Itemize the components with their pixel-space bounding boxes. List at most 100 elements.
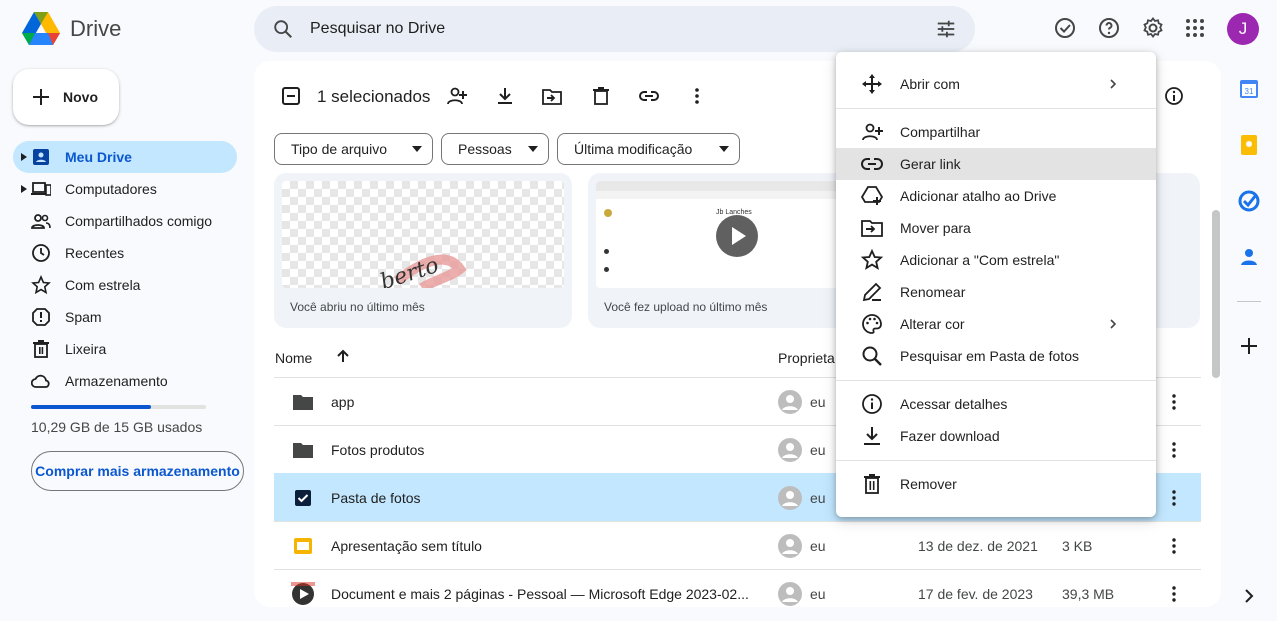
new-button-label: Novo bbox=[63, 89, 98, 105]
storage-progress-bar bbox=[31, 405, 206, 409]
svg-text:31: 31 bbox=[1245, 87, 1254, 96]
menu-item-get-link[interactable]: Gerar link bbox=[836, 148, 1156, 180]
account-avatar[interactable]: J bbox=[1227, 13, 1259, 45]
trash-icon[interactable] bbox=[590, 85, 612, 107]
menu-divider bbox=[836, 460, 1156, 461]
menu-item-move[interactable]: Mover para bbox=[836, 212, 1156, 244]
keep-icon[interactable] bbox=[1237, 133, 1261, 157]
sidebar-item-storage[interactable]: Armazenamento bbox=[13, 365, 237, 397]
drive-logo[interactable]: Drive bbox=[22, 12, 121, 46]
thumbnail-bullet bbox=[604, 267, 609, 272]
menu-item-download[interactable]: Fazer download bbox=[836, 420, 1156, 452]
context-menu: Abrir com Compartilhar Gerar link Adicio… bbox=[836, 52, 1156, 517]
help-icon[interactable] bbox=[1097, 16, 1121, 40]
download-icon[interactable] bbox=[494, 85, 516, 107]
contacts-icon[interactable] bbox=[1237, 245, 1261, 269]
add-shortcut-icon bbox=[860, 186, 884, 205]
menu-item-label: Abrir com bbox=[900, 76, 960, 92]
menu-item-remove[interactable]: Remover bbox=[836, 468, 1156, 500]
search-icon[interactable] bbox=[272, 18, 294, 40]
more-actions-icon[interactable] bbox=[686, 85, 708, 107]
owner-name: eu bbox=[810, 586, 826, 602]
modified-date: 17 de fev. de 2023 bbox=[918, 586, 1033, 602]
dropdown-arrow-icon bbox=[412, 146, 422, 152]
caret-right-icon[interactable] bbox=[21, 153, 27, 161]
menu-item-share[interactable]: Compartilhar bbox=[836, 116, 1156, 148]
search-options-icon[interactable] bbox=[935, 18, 957, 40]
file-name: Apresentação sem título bbox=[331, 538, 482, 554]
sidebar-item-recent[interactable]: Recentes bbox=[13, 237, 237, 269]
chevron-right-icon bbox=[1110, 79, 1117, 89]
sidebar-item-computers[interactable]: Computadores bbox=[13, 173, 237, 205]
dropdown-arrow-icon bbox=[528, 146, 538, 152]
settings-icon[interactable] bbox=[1141, 16, 1165, 40]
table-row[interactable]: Document e mais 2 páginas - Pessoal — Mi… bbox=[274, 569, 1201, 607]
storage-usage-text: 10,29 GB de 15 GB usados bbox=[31, 419, 203, 435]
buy-storage-button[interactable]: Comprar mais armazenamento bbox=[31, 451, 244, 491]
more-icon[interactable] bbox=[1162, 534, 1186, 558]
palette-icon bbox=[862, 314, 882, 334]
table-row[interactable]: Apresentação sem título eu 13 de dez. de… bbox=[274, 521, 1201, 569]
sidebar-item-starred[interactable]: Com estrela bbox=[13, 269, 237, 301]
sidebar-item-label: Compartilhados comigo bbox=[65, 213, 213, 229]
menu-item-label: Acessar detalhes bbox=[900, 396, 1008, 412]
menu-item-search-in-folder[interactable]: Pesquisar em Pasta de fotos bbox=[836, 340, 1156, 372]
more-icon[interactable] bbox=[1162, 582, 1186, 606]
more-icon[interactable] bbox=[1162, 390, 1186, 414]
filter-label: Tipo de arquivo bbox=[291, 141, 387, 157]
clear-selection-icon[interactable] bbox=[280, 85, 302, 107]
menu-item-add-shortcut[interactable]: Adicionar atalho ao Drive bbox=[836, 180, 1156, 212]
menu-item-label: Remover bbox=[900, 476, 957, 492]
move-icon[interactable] bbox=[541, 85, 563, 107]
main-scrollbar[interactable] bbox=[1212, 210, 1220, 378]
sidebar-item-spam[interactable]: Spam bbox=[13, 301, 237, 333]
sidebar-item-label: Computadores bbox=[65, 181, 157, 197]
sidebar-item-shared[interactable]: Compartilhados comigo bbox=[13, 205, 237, 237]
share-icon[interactable] bbox=[446, 85, 468, 107]
more-icon[interactable] bbox=[1162, 486, 1186, 510]
chevron-right-icon bbox=[1110, 319, 1117, 329]
new-button[interactable]: Novo bbox=[13, 69, 119, 125]
file-name: Fotos produtos bbox=[331, 442, 425, 458]
menu-item-details[interactable]: Acessar detalhes bbox=[836, 388, 1156, 420]
get-addons-icon[interactable] bbox=[1237, 334, 1261, 358]
cloud-icon bbox=[31, 374, 50, 388]
owner-avatar bbox=[778, 534, 802, 558]
filter-file-type[interactable]: Tipo de arquivo bbox=[274, 133, 433, 165]
plus-icon bbox=[33, 89, 49, 105]
menu-item-label: Adicionar a "Com estrela" bbox=[900, 252, 1060, 268]
search-input[interactable]: Pesquisar no Drive bbox=[310, 20, 445, 38]
filter-modified[interactable]: Última modificação bbox=[557, 133, 740, 165]
file-name: Document e mais 2 páginas - Pessoal — Mi… bbox=[331, 586, 749, 602]
menu-divider bbox=[836, 108, 1156, 109]
caret-right-icon[interactable] bbox=[21, 185, 27, 193]
menu-item-label: Mover para bbox=[900, 220, 971, 236]
more-icon[interactable] bbox=[1162, 438, 1186, 462]
checkbox-checked-icon[interactable] bbox=[291, 486, 315, 510]
search-bar[interactable]: Pesquisar no Drive bbox=[254, 6, 975, 52]
ready-offline-icon[interactable] bbox=[1053, 16, 1077, 40]
menu-item-open-with[interactable]: Abrir com bbox=[836, 68, 1156, 100]
column-header-owner[interactable]: Proprieta bbox=[778, 350, 835, 366]
menu-item-change-color[interactable]: Alterar cor bbox=[836, 308, 1156, 340]
info-icon[interactable] bbox=[1163, 85, 1185, 107]
sidebar-item-trash[interactable]: Lixeira bbox=[13, 333, 237, 365]
column-header-name[interactable]: Nome bbox=[275, 350, 312, 366]
open-with-icon bbox=[862, 74, 882, 94]
apps-grid-icon[interactable] bbox=[1183, 16, 1207, 40]
tasks-icon[interactable] bbox=[1237, 189, 1261, 213]
suggested-card[interactable]: berto Você abriu no último mês bbox=[274, 173, 572, 328]
sidebar-item-my-drive[interactable]: Meu Drive bbox=[13, 141, 237, 173]
filter-people[interactable]: Pessoas bbox=[441, 133, 549, 165]
link-icon[interactable] bbox=[638, 85, 660, 107]
menu-item-star[interactable]: Adicionar a "Com estrela" bbox=[836, 244, 1156, 276]
move-icon bbox=[861, 220, 883, 237]
share-icon bbox=[862, 123, 883, 141]
expand-panel-icon[interactable] bbox=[1237, 584, 1261, 608]
calendar-icon[interactable]: 31 bbox=[1237, 77, 1261, 101]
download-icon bbox=[864, 427, 880, 445]
clock-icon bbox=[32, 244, 50, 262]
play-icon[interactable] bbox=[716, 215, 758, 257]
sort-ascending-icon[interactable] bbox=[336, 349, 350, 363]
menu-item-rename[interactable]: Renomear bbox=[836, 276, 1156, 308]
